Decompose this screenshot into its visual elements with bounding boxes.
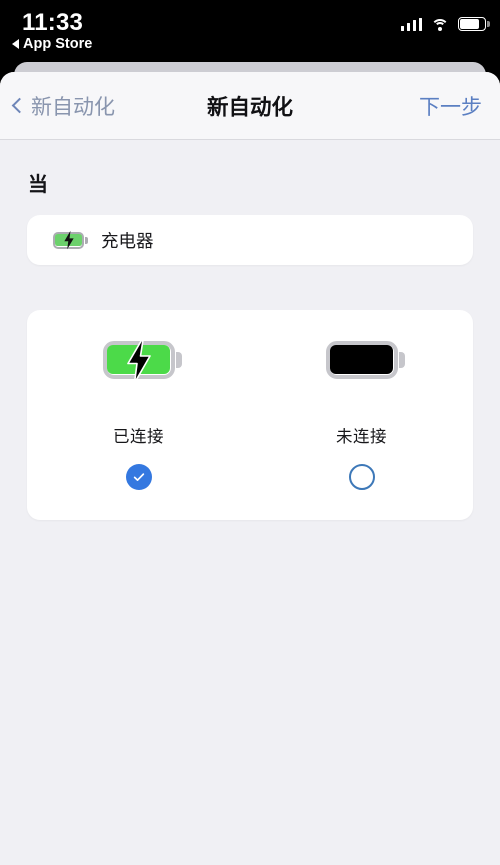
charger-state-options: 已连接 未连接 xyxy=(27,310,473,520)
new-automation-sheet: 新自动化 新自动化 下一步 当 充电器 已连接 未连接 xyxy=(0,72,500,865)
chevron-left-icon xyxy=(11,97,28,114)
section-header-when: 当 xyxy=(28,174,48,196)
trigger-row-charger[interactable]: 充电器 xyxy=(27,215,473,265)
battery-charging-icon xyxy=(53,230,88,250)
triangle-left-icon xyxy=(12,39,19,49)
content-area: 当 充电器 已连接 未连接 xyxy=(0,168,500,520)
radio-connected-selected[interactable] xyxy=(125,463,152,490)
battery-icon xyxy=(458,17,490,31)
status-bar-back-to-app[interactable]: App Store xyxy=(12,36,92,52)
page-title: 新自动化 xyxy=(206,95,294,119)
battery-full-black-icon xyxy=(325,340,405,379)
bolt-glyph xyxy=(63,230,74,250)
radio-not-connected-unselected[interactable] xyxy=(348,463,375,490)
next-button[interactable]: 下一步 xyxy=(419,91,482,121)
check-icon xyxy=(133,472,144,481)
wifi-icon xyxy=(431,18,449,31)
back-button[interactable]: 新自动化 xyxy=(11,91,115,121)
bolt-glyph xyxy=(126,336,151,383)
status-bar: 11:33 App Store xyxy=(0,0,500,62)
back-button-label: 新自动化 xyxy=(31,95,115,119)
status-bar-indicators xyxy=(400,17,490,31)
cellular-signal-icon xyxy=(400,17,422,31)
battery-charging-green-icon xyxy=(102,336,182,383)
status-bar-back-label: App Store xyxy=(23,36,93,52)
option-connected-label: 已连接 xyxy=(113,427,164,446)
status-bar-clock: 11:33 xyxy=(22,9,84,36)
option-connected[interactable]: 已连接 xyxy=(54,336,224,490)
navigation-bar: 新自动化 新自动化 下一步 xyxy=(0,72,500,140)
trigger-label: 充电器 xyxy=(101,230,154,251)
option-not-connected-label: 未连接 xyxy=(336,427,387,446)
option-not-connected[interactable]: 未连接 xyxy=(277,340,447,490)
